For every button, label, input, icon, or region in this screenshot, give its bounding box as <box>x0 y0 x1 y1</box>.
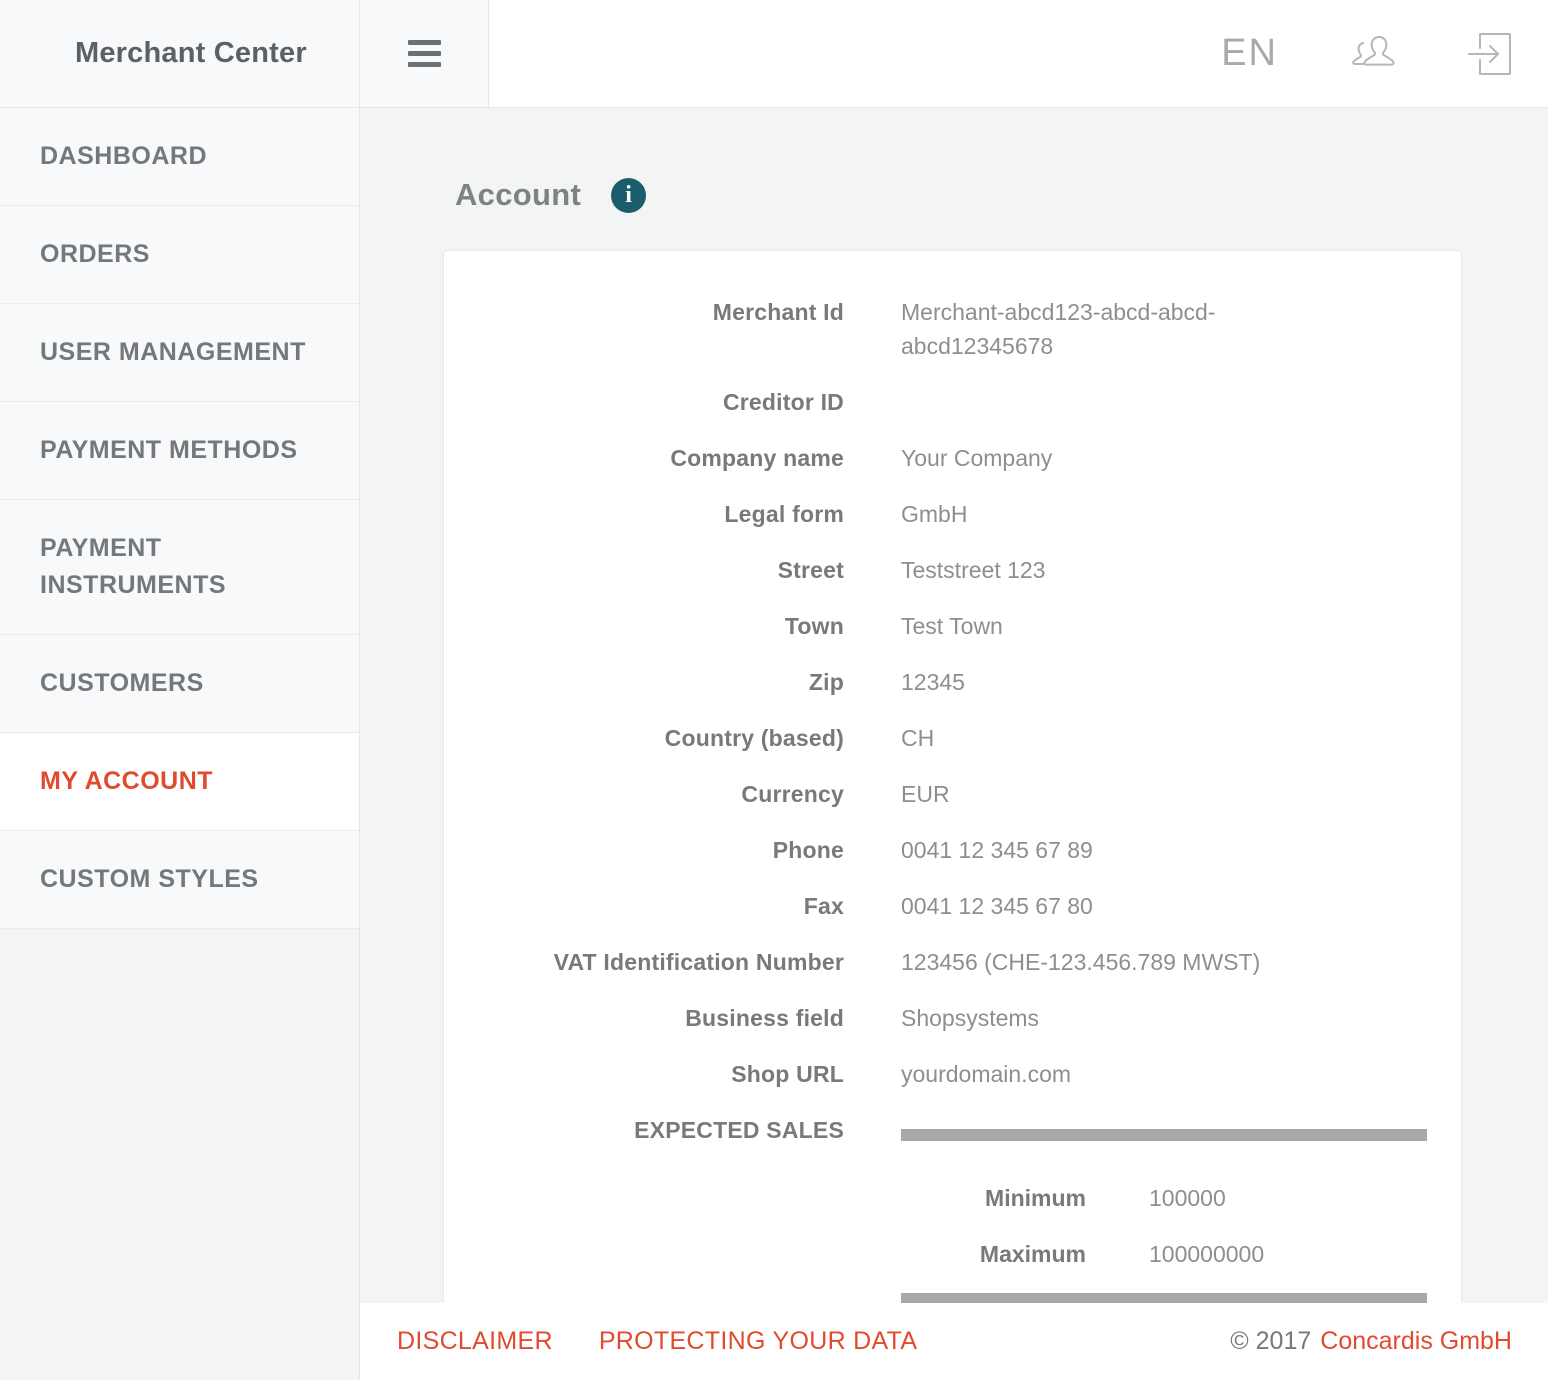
field-row-currency: Currency EUR <box>444 777 1427 811</box>
field-value: Teststreet 123 <box>901 553 1427 587</box>
hamburger-icon <box>408 40 441 45</box>
expected-sales-label: EXPECTED SALES <box>444 1113 844 1303</box>
field-row-vat-identification-number: VAT Identification Number 123456 (CHE-12… <box>444 945 1427 979</box>
divider-bar <box>901 1129 1427 1141</box>
sidebar-item-payment-instruments[interactable]: PAYMENT INSTRUMENTS <box>0 500 359 635</box>
sidebar-item-payment-methods[interactable]: PAYMENT METHODS <box>0 402 359 500</box>
users-icon <box>1352 35 1398 73</box>
field-row-zip: Zip 12345 <box>444 665 1427 699</box>
field-row-country-based: Country (based) CH <box>444 721 1427 755</box>
sidebar-item-my-account[interactable]: MY ACCOUNT <box>0 733 359 831</box>
sidebar-item-label: PAYMENT INSTRUMENTS <box>40 534 226 599</box>
field-value: 0041 12 345 67 89 <box>901 833 1427 867</box>
info-icon: i <box>625 183 632 207</box>
minimum-value: 100000 <box>1149 1181 1226 1215</box>
field-value: yourdomain.com <box>901 1057 1427 1091</box>
field-label: VAT Identification Number <box>444 945 844 979</box>
logout-button[interactable] <box>1468 32 1512 76</box>
field-row-fax: Fax 0041 12 345 67 80 <box>444 889 1427 923</box>
account-fields: Merchant Id Merchant-abcd123-abcd-abcd-a… <box>444 295 1427 1091</box>
users-button[interactable] <box>1352 35 1398 73</box>
field-value: Merchant-abcd123-abcd-abcd-abcd12345678 <box>901 295 1281 363</box>
field-value: EUR <box>901 777 1427 811</box>
info-button[interactable]: i <box>611 178 646 213</box>
footer-link-protecting-your-data[interactable]: PROTECTING YOUR DATA <box>599 1327 918 1355</box>
sidebar: Merchant Center DASHBOARD ORDERS USER MA… <box>0 0 360 1380</box>
field-value: GmbH <box>901 497 1427 531</box>
field-value: Shopsystems <box>901 1001 1427 1035</box>
field-label: Currency <box>444 777 844 811</box>
footer: DISCLAIMER PROTECTING YOUR DATA © 2017 Co… <box>360 1303 1548 1380</box>
sidebar-nav: DASHBOARD ORDERS USER MANAGEMENT PAYMENT… <box>0 108 359 929</box>
sidebar-item-label: CUSTOM STYLES <box>40 865 259 893</box>
field-value <box>901 385 1427 419</box>
field-value: 0041 12 345 67 80 <box>901 889 1427 923</box>
top-header: EN <box>360 0 1548 108</box>
field-label: Street <box>444 553 844 587</box>
field-row-street: Street Teststreet 123 <box>444 553 1427 587</box>
account-card: Merchant Id Merchant-abcd123-abcd-abcd-a… <box>443 250 1462 1303</box>
minimum-row: Minimum 100000 <box>901 1181 1427 1215</box>
maximum-row: Maximum 100000000 <box>901 1237 1427 1271</box>
field-value: CH <box>901 721 1427 755</box>
sidebar-item-custom-styles[interactable]: CUSTOM STYLES <box>0 831 359 929</box>
field-label: Country (based) <box>444 721 844 755</box>
field-label: Town <box>444 609 844 643</box>
field-label: Creditor ID <box>444 385 844 419</box>
page-title: Account <box>455 177 581 213</box>
header-actions: EN <box>1221 32 1548 76</box>
field-row-shop-url: Shop URL yourdomain.com <box>444 1057 1427 1091</box>
divider-bar <box>901 1293 1427 1303</box>
copyright-text: © 2017 <box>1230 1327 1311 1356</box>
footer-link-disclaimer[interactable]: DISCLAIMER <box>397 1327 553 1355</box>
field-row-legal-form: Legal form GmbH <box>444 497 1427 531</box>
company-link[interactable]: Concardis GmbH <box>1320 1327 1512 1356</box>
field-label: Business field <box>444 1001 844 1035</box>
sidebar-item-label: USER MANAGEMENT <box>40 338 306 366</box>
page-title-row: Account i <box>455 172 1462 218</box>
field-label: Legal form <box>444 497 844 531</box>
sidebar-item-user-management[interactable]: USER MANAGEMENT <box>0 304 359 402</box>
field-value: 123456 (CHE-123.456.789 MWST) <box>901 945 1427 979</box>
sidebar-item-customers[interactable]: CUSTOMERS <box>0 635 359 733</box>
expected-sales-section: EXPECTED SALES Minimum 100000 Maximum 10… <box>444 1113 1427 1303</box>
main-column: EN Account i <box>360 0 1548 1380</box>
sidebar-filler <box>0 929 359 1380</box>
field-label: Fax <box>444 889 844 923</box>
field-value: Your Company <box>901 441 1427 475</box>
field-label: Shop URL <box>444 1057 844 1091</box>
field-value: 12345 <box>901 665 1427 699</box>
sidebar-item-orders[interactable]: ORDERS <box>0 206 359 304</box>
app-title: Merchant Center <box>0 0 359 108</box>
sidebar-item-label: ORDERS <box>40 240 150 268</box>
field-row-company-name: Company name Your Company <box>444 441 1427 475</box>
menu-toggle-button[interactable] <box>360 0 489 107</box>
minimum-label: Minimum <box>901 1181 1086 1215</box>
logout-icon <box>1468 32 1512 76</box>
language-selector[interactable]: EN <box>1221 32 1278 75</box>
field-row-town: Town Test Town <box>444 609 1427 643</box>
field-row-business-field: Business field Shopsystems <box>444 1001 1427 1035</box>
field-label: Zip <box>444 665 844 699</box>
maximum-label: Maximum <box>901 1237 1086 1271</box>
sidebar-item-label: CUSTOMERS <box>40 669 204 697</box>
field-label: Phone <box>444 833 844 867</box>
content-area: Account i Merchant Id Merchant-abcd123-a… <box>360 108 1548 1303</box>
sidebar-item-label: MY ACCOUNT <box>40 767 213 795</box>
sidebar-item-label: DASHBOARD <box>40 142 207 170</box>
footer-links: DISCLAIMER PROTECTING YOUR DATA <box>397 1327 963 1356</box>
maximum-value: 100000000 <box>1149 1237 1264 1271</box>
sidebar-item-dashboard[interactable]: DASHBOARD <box>0 108 359 206</box>
field-value: Test Town <box>901 609 1427 643</box>
field-row-phone: Phone 0041 12 345 67 89 <box>444 833 1427 867</box>
field-label: Merchant Id <box>444 295 844 363</box>
sidebar-item-label: PAYMENT METHODS <box>40 436 298 464</box>
field-row-merchant-id: Merchant Id Merchant-abcd123-abcd-abcd-a… <box>444 295 1427 363</box>
field-label: Company name <box>444 441 844 475</box>
field-row-creditor-id: Creditor ID <box>444 385 1427 419</box>
